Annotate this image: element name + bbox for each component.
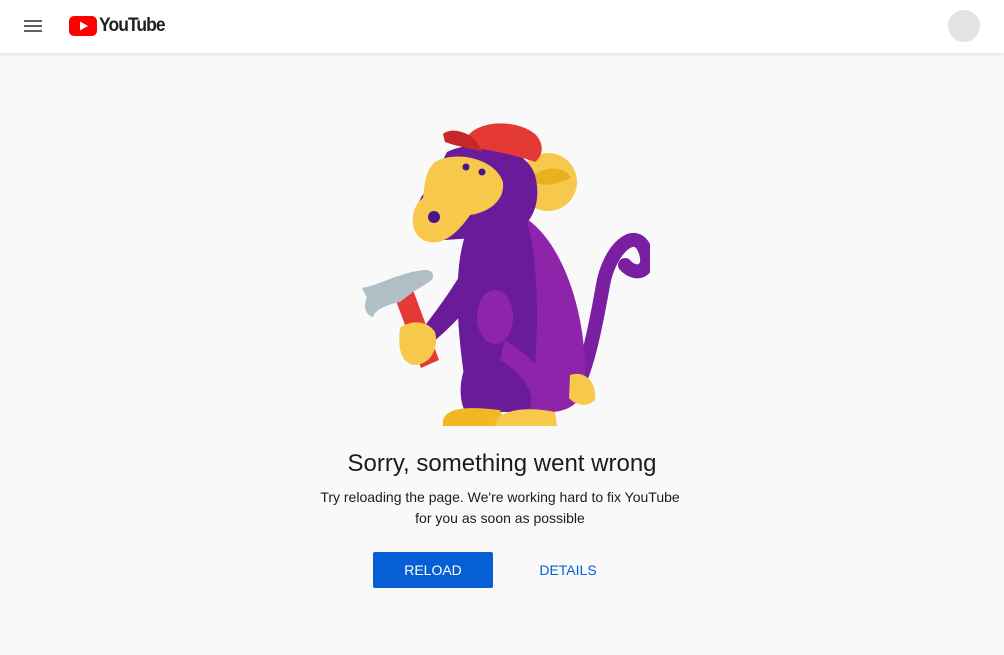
monkey-with-hammer-illustration xyxy=(362,123,650,426)
details-button[interactable]: Details xyxy=(510,552,626,588)
error-message: Try reloading the page. We're working ha… xyxy=(300,487,700,529)
avatar[interactable] xyxy=(948,10,980,42)
guide-menu-button[interactable] xyxy=(14,11,52,41)
youtube-logo-link[interactable]: YouTube xyxy=(69,14,170,38)
error-message-line: for you as soon as possible xyxy=(415,510,585,526)
youtube-logo-text: YouTube xyxy=(99,15,166,36)
masthead: YouTube xyxy=(0,0,1004,53)
reload-button[interactable]: Reload xyxy=(373,552,493,588)
error-message-line: Try reloading the page. We're working ha… xyxy=(320,489,680,505)
hamburger-menu-icon-bar xyxy=(24,30,42,32)
hamburger-menu-icon-bar xyxy=(24,25,42,27)
youtube-play-icon xyxy=(69,16,97,36)
error-headline: Sorry, something went wrong xyxy=(347,450,657,477)
hamburger-menu-icon xyxy=(24,20,42,22)
